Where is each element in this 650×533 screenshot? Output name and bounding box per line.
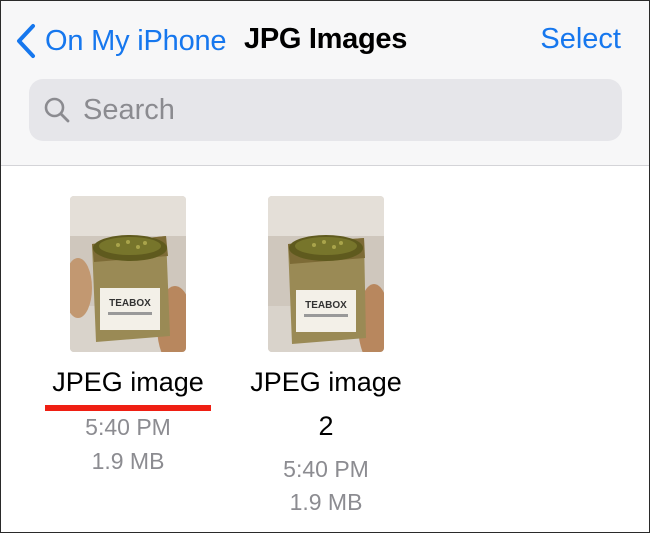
red-underline-annotation	[45, 405, 211, 411]
select-button[interactable]: Select	[540, 23, 621, 56]
tea-tin-photo: TEABOX	[268, 196, 384, 352]
file-name[interactable]: JPEG image	[45, 367, 211, 398]
back-button-label: On My iPhone	[45, 24, 227, 57]
file-name-line-2[interactable]: 2	[236, 411, 416, 442]
svg-text:TEABOX: TEABOX	[109, 298, 151, 309]
file-thumbnail[interactable]: TEABOX	[70, 196, 186, 352]
search-input[interactable]	[83, 93, 563, 127]
svg-text:TEABOX: TEABOX	[305, 300, 347, 311]
chevron-left-icon	[17, 24, 35, 58]
file-time: 5:40 PM	[283, 456, 369, 482]
navigation-header: On My iPhone JPG Images Select	[1, 1, 649, 166]
files-app-window: On My iPhone JPG Images Select TEABOX	[0, 0, 650, 533]
file-size: 1.9 MB	[289, 489, 363, 515]
page-title: JPG Images	[244, 23, 408, 55]
back-button[interactable]: On My iPhone	[15, 19, 227, 63]
file-size: 1.9 MB	[91, 448, 165, 474]
file-time: 5:40 PM	[85, 414, 171, 440]
tea-tin-photo: TEABOX	[70, 196, 186, 352]
file-name-line-1[interactable]: JPEG image	[236, 367, 416, 398]
file-thumbnail[interactable]: TEABOX	[268, 196, 384, 352]
search-icon	[44, 97, 70, 123]
search-bar[interactable]	[29, 79, 622, 141]
